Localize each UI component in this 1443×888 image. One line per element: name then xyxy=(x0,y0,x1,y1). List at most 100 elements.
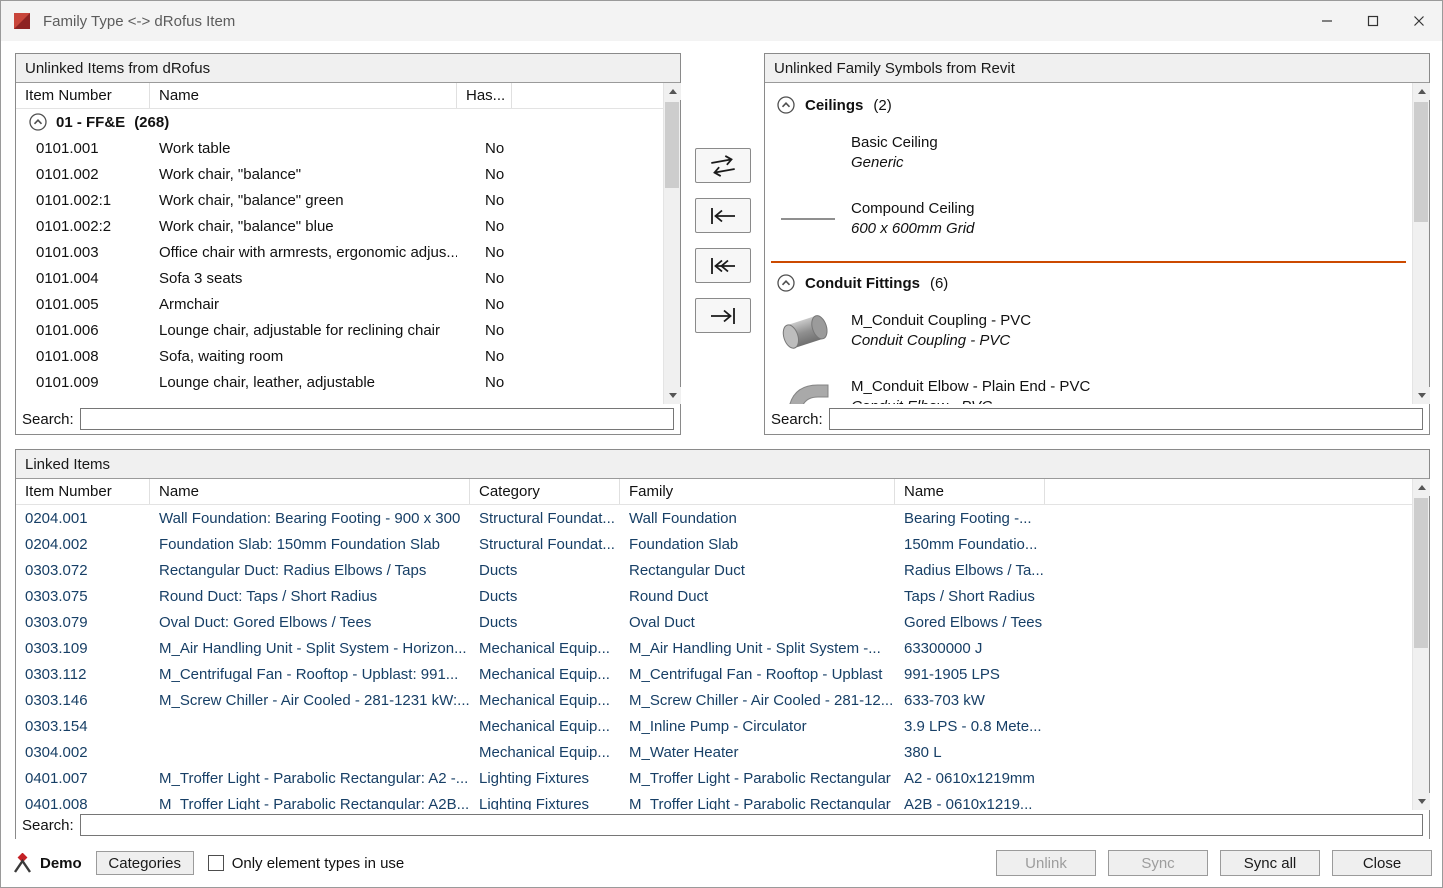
drofus-search-input[interactable] xyxy=(80,408,674,430)
category-cell: Mechanical Equip... xyxy=(470,692,620,709)
linked-item-row[interactable]: 0303.075Round Duct: Taps / Short RadiusD… xyxy=(16,583,1412,609)
column-header[interactable]: Has... xyxy=(457,83,512,108)
swap-arrows-icon xyxy=(706,154,740,178)
sync-button[interactable]: Sync xyxy=(1108,850,1208,876)
drofus-item-row[interactable]: 0101.006Lounge chair, adjustable for rec… xyxy=(16,317,663,343)
move-right-button[interactable] xyxy=(695,298,751,333)
drofus-item-row[interactable]: 0101.005ArmchairNo xyxy=(16,291,663,317)
category-cell: Lighting Fixtures xyxy=(470,770,620,787)
item-name-cell: Work table xyxy=(150,140,457,157)
scrollbar-thumb[interactable] xyxy=(1414,102,1428,222)
linked-item-row[interactable]: 0204.002Foundation Slab: 150mm Foundatio… xyxy=(16,531,1412,557)
item-name-cell: M_Centrifugal Fan - Rooftop - Upblast: 9… xyxy=(150,666,470,683)
item-name-cell: Foundation Slab: 150mm Foundation Slab xyxy=(150,536,470,553)
drofus-item-row[interactable]: 0101.003Office chair with armrests, ergo… xyxy=(16,239,663,265)
scroll-up-icon[interactable] xyxy=(664,83,681,100)
column-header[interactable]: Name xyxy=(895,479,1045,504)
scroll-down-icon[interactable] xyxy=(1413,387,1430,404)
revit-scrollbar[interactable] xyxy=(1412,83,1429,404)
category-count: (6) xyxy=(930,275,948,292)
has-cell: No xyxy=(457,218,512,235)
family-symbol-type: Conduit Coupling - PVC xyxy=(851,331,1031,351)
type-name-cell: 380 L xyxy=(895,744,1045,761)
close-button[interactable]: Close xyxy=(1332,850,1432,876)
category-label: Ceilings xyxy=(805,97,863,114)
drofus-table-head: Item NumberNameHas... xyxy=(16,83,680,109)
chevron-up-icon[interactable] xyxy=(777,96,795,114)
item-number-cell: 0303.075 xyxy=(16,588,150,605)
linked-item-row[interactable]: 0304.002Mechanical Equip...M_Water Heate… xyxy=(16,739,1412,765)
drofus-item-row[interactable]: 0101.009Lounge chair, leather, adjustabl… xyxy=(16,369,663,395)
swap-link-button[interactable] xyxy=(695,148,751,183)
item-name-cell: Wall Foundation: Bearing Footing - 900 x… xyxy=(150,510,470,527)
column-header[interactable]: Item Number xyxy=(16,83,150,108)
family-cell: Foundation Slab xyxy=(620,536,895,553)
link-selected-button[interactable] xyxy=(695,198,751,233)
family-category-row[interactable]: Ceilings(2) xyxy=(765,91,1412,119)
column-header[interactable]: Name xyxy=(150,83,457,108)
scroll-up-icon[interactable] xyxy=(1413,479,1430,496)
item-number-cell: 0204.002 xyxy=(16,536,150,553)
item-number-cell: 0303.109 xyxy=(16,640,150,657)
panel-title: Unlinked Family Symbols from Revit xyxy=(765,54,1429,83)
linked-item-row[interactable]: 0303.072Rectangular Duct: Radius Elbows … xyxy=(16,557,1412,583)
drofus-scrollbar[interactable] xyxy=(663,83,680,404)
scroll-down-icon[interactable] xyxy=(664,387,681,404)
drofus-item-row[interactable]: 0101.002Work chair, "balance"No xyxy=(16,161,663,187)
scrollbar-thumb[interactable] xyxy=(665,102,679,188)
unlink-button[interactable]: Unlink xyxy=(996,850,1096,876)
scroll-down-icon[interactable] xyxy=(1413,793,1430,810)
linked-item-row[interactable]: 0303.146M_Screw Chiller - Air Cooled - 2… xyxy=(16,687,1412,713)
linked-item-row[interactable]: 0303.079Oval Duct: Gored Elbows / TeesDu… xyxy=(16,609,1412,635)
family-symbol-item[interactable]: Compound Ceiling600 x 600mm Grid xyxy=(765,187,1412,251)
brand-logo: Demo xyxy=(11,853,82,873)
scrollbar-thumb[interactable] xyxy=(1414,498,1428,648)
linked-item-row[interactable]: 0204.001Wall Foundation: Bearing Footing… xyxy=(16,505,1412,531)
drofus-item-row[interactable]: 0101.002:1Work chair, "balance" greenNo xyxy=(16,187,663,213)
unlinked-drofus-panel: Unlinked Items from dRofus Item NumberNa… xyxy=(15,53,681,435)
linked-scrollbar[interactable] xyxy=(1412,479,1429,810)
close-button[interactable] xyxy=(1396,1,1442,41)
linked-item-row[interactable]: 0401.008M_Troffer Light - Parabolic Rect… xyxy=(16,791,1412,810)
linked-item-row[interactable]: 0303.112M_Centrifugal Fan - Rooftop - Up… xyxy=(16,661,1412,687)
drofus-item-row[interactable]: 0101.004Sofa 3 seatsNo xyxy=(16,265,663,291)
group-count: (268) xyxy=(134,114,169,131)
scroll-up-icon[interactable] xyxy=(1413,83,1430,100)
column-header[interactable]: Category xyxy=(470,479,620,504)
chevron-up-icon[interactable] xyxy=(777,274,795,292)
linked-item-row[interactable]: 0303.154Mechanical Equip...M_Inline Pump… xyxy=(16,713,1412,739)
linked-item-row[interactable]: 0303.109M_Air Handling Unit - Split Syst… xyxy=(16,635,1412,661)
category-cell: Mechanical Equip... xyxy=(470,718,620,735)
maximize-button[interactable] xyxy=(1350,1,1396,41)
item-number-cell: 0101.003 xyxy=(16,244,150,261)
categories-button[interactable]: Categories xyxy=(96,851,194,875)
only-in-use-checkbox[interactable] xyxy=(208,855,224,871)
category-cell: Mechanical Equip... xyxy=(470,744,620,761)
item-number-cell: 0303.079 xyxy=(16,614,150,631)
item-name-cell: Work chair, "balance" blue xyxy=(150,218,457,235)
linked-item-row[interactable]: 0401.007M_Troffer Light - Parabolic Rect… xyxy=(16,765,1412,791)
arrow-right-to-bar-icon xyxy=(708,306,738,326)
family-symbol-text: Basic CeilingGeneric xyxy=(851,133,938,173)
family-symbol-item[interactable]: Basic CeilingGeneric xyxy=(765,121,1412,185)
family-symbol-item[interactable]: M_Conduit Coupling - PVCConduit Coupling… xyxy=(765,299,1412,363)
family-symbol-item[interactable]: M_Conduit Elbow - Plain End - PVCConduit… xyxy=(765,365,1412,404)
family-cell: Round Duct xyxy=(620,588,895,605)
sync-all-button[interactable]: Sync all xyxy=(1220,850,1320,876)
linked-search-input[interactable] xyxy=(80,814,1423,836)
chevron-up-icon[interactable] xyxy=(29,113,47,131)
minimize-button[interactable] xyxy=(1304,1,1350,41)
type-name-cell: Radius Elbows / Ta... xyxy=(895,562,1045,579)
revit-search-input[interactable] xyxy=(829,408,1423,430)
brand-name: Demo xyxy=(40,855,82,872)
type-name-cell: 991-1905 LPS xyxy=(895,666,1045,683)
drofus-item-row[interactable]: 0101.001Work tableNo xyxy=(16,135,663,161)
column-header[interactable]: Item Number xyxy=(16,479,150,504)
link-all-button[interactable] xyxy=(695,248,751,283)
drofus-group-row[interactable]: 01 - FF&E(268) xyxy=(16,109,663,135)
drofus-item-row[interactable]: 0101.002:2Work chair, "balance" blueNo xyxy=(16,213,663,239)
column-header[interactable]: Family xyxy=(620,479,895,504)
drofus-item-row[interactable]: 0101.008Sofa, waiting roomNo xyxy=(16,343,663,369)
column-header[interactable]: Name xyxy=(150,479,470,504)
family-category-row[interactable]: Conduit Fittings(6) xyxy=(765,269,1412,297)
